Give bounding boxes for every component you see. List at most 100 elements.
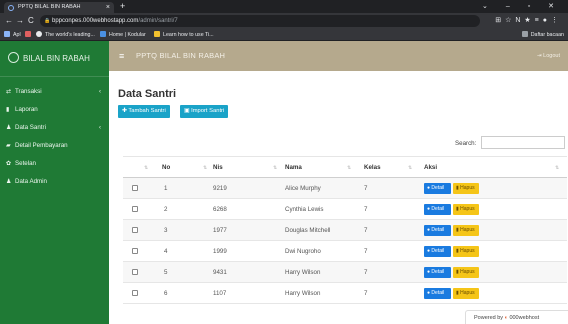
powered-by-badge[interactable]: Powered by ◐ 000webhost bbox=[465, 310, 568, 324]
cell-no: 3 bbox=[164, 227, 168, 234]
forward-arrow-icon[interactable]: → bbox=[16, 13, 24, 29]
money-icon: ▰ bbox=[6, 143, 11, 149]
hamburger-menu-icon[interactable]: ≡ bbox=[119, 41, 124, 71]
import-santri-button[interactable]: ▣ Import Santri bbox=[180, 105, 229, 118]
window-controls[interactable]: ⌄ – ▫ ✕ bbox=[482, 0, 562, 13]
address-bar[interactable]: 🔒 bppconpes.000webhostapp.com/admin/sant… bbox=[40, 15, 480, 27]
detail-button[interactable]: ● Detail bbox=[424, 204, 451, 215]
extension-icons[interactable]: ⊞☆N★≡●⋮ bbox=[495, 13, 562, 29]
bookmark-apps[interactable]: Apl bbox=[4, 29, 21, 41]
bookmark-mail[interactable] bbox=[25, 29, 34, 41]
cell-kelas: 7 bbox=[364, 185, 368, 192]
reading-list-button[interactable]: Daftar bacaan bbox=[521, 29, 564, 41]
hapus-button[interactable]: ▮ Hapus bbox=[453, 246, 479, 257]
reload-icon[interactable]: C bbox=[28, 13, 34, 29]
bookmark-learn[interactable]: Learn how to use Ti... bbox=[154, 29, 214, 41]
hapus-button[interactable]: ▮ Hapus bbox=[453, 204, 479, 215]
table-row: 4 1999 Dwi Nugroho 7 ● Detail ▮ Hapus bbox=[123, 241, 567, 262]
cell-nis: 1999 bbox=[213, 248, 227, 255]
detail-button[interactable]: ● Detail bbox=[424, 183, 451, 194]
cell-nama: Harry Wilson bbox=[285, 269, 321, 276]
bookmarks-bar: Apl The world's leading... Home | Kodula… bbox=[0, 29, 568, 41]
reading-list-icon bbox=[521, 31, 528, 37]
cell-kelas: 7 bbox=[364, 248, 368, 255]
page-title: Data Santri bbox=[118, 88, 177, 100]
column-header-nis[interactable]: Nis bbox=[213, 157, 223, 179]
column-header-kelas[interactable]: Kelas bbox=[364, 157, 381, 179]
site-favicon-icon bbox=[8, 5, 14, 11]
hapus-button[interactable]: ▮ Hapus bbox=[453, 267, 479, 278]
sort-icon[interactable]: ⇅ bbox=[144, 157, 148, 179]
cell-kelas: 7 bbox=[364, 290, 368, 297]
sort-icon[interactable]: ⇅ bbox=[408, 157, 412, 179]
cell-nis: 9431 bbox=[213, 269, 227, 276]
logout-link[interactable]: ⇥ Logout bbox=[537, 41, 560, 71]
lock-icon: 🔒 bbox=[44, 18, 51, 24]
sidebar-item-setelan[interactable]: ✿ Setelan bbox=[0, 155, 109, 173]
column-header-no[interactable]: No bbox=[162, 157, 170, 179]
transfer-icon: ⇄ bbox=[6, 89, 12, 95]
table-row: 2 6268 Cynthia Lewis 7 ● Detail ▮ Hapus bbox=[123, 199, 567, 220]
chevron-left-icon: ‹ bbox=[99, 89, 101, 95]
cell-nis: 9219 bbox=[213, 185, 227, 192]
cell-nis: 1107 bbox=[213, 290, 227, 297]
sidebar-item-data-santri[interactable]: ♟ Data Santri ‹ bbox=[0, 119, 109, 137]
back-arrow-icon[interactable]: ← bbox=[5, 13, 13, 29]
user-group-icon: ♟ bbox=[6, 179, 12, 185]
browser-tab[interactable]: PPTQ BILAL BIN RABAH × bbox=[4, 2, 114, 13]
detail-button[interactable]: ● Detail bbox=[424, 267, 451, 278]
hapus-button[interactable]: ▮ Hapus bbox=[453, 183, 479, 194]
sort-icon[interactable]: ⇅ bbox=[347, 157, 351, 179]
cell-kelas: 7 bbox=[364, 206, 368, 213]
sort-icon[interactable]: ⇅ bbox=[273, 157, 277, 179]
browser-tab-title: PPTQ BILAL BIN RABAH bbox=[18, 4, 81, 10]
row-checkbox[interactable] bbox=[132, 227, 138, 233]
cell-nama: Douglas Mitchell bbox=[285, 227, 331, 234]
bookmark-github[interactable]: The world's leading... bbox=[36, 29, 95, 41]
new-tab-button[interactable]: + bbox=[120, 0, 125, 13]
sort-icon[interactable]: ⇅ bbox=[203, 157, 207, 179]
row-checkbox[interactable] bbox=[132, 290, 138, 296]
sort-icon[interactable]: ⇅ bbox=[555, 157, 559, 179]
browser-toolbar: ← → C 🔒 bppconpes.000webhostapp.com/admi… bbox=[0, 13, 568, 29]
row-checkbox[interactable] bbox=[132, 248, 138, 254]
hapus-button[interactable]: ▮ Hapus bbox=[453, 225, 479, 236]
table-row: 3 1977 Douglas Mitchell 7 ● Detail ▮ Hap… bbox=[123, 220, 567, 241]
column-header-aksi[interactable]: Aksi bbox=[424, 157, 437, 179]
cell-no: 2 bbox=[164, 206, 168, 213]
brand-logo-icon bbox=[8, 52, 19, 63]
detail-button[interactable]: ● Detail bbox=[424, 225, 451, 236]
detail-button[interactable]: ● Detail bbox=[424, 288, 451, 299]
sidebar-item-laporan[interactable]: ▮ Laporan bbox=[0, 101, 109, 119]
mail-icon bbox=[25, 31, 31, 37]
cell-no: 4 bbox=[164, 248, 168, 255]
cell-nama: Alice Murphy bbox=[285, 185, 321, 192]
cell-nis: 1977 bbox=[213, 227, 227, 234]
kodular-icon bbox=[100, 31, 106, 37]
sidebar-item-data-admin[interactable]: ♟ Data Admin bbox=[0, 173, 109, 191]
main-content: Data Santri ✚ Tambah Santri ▣ Import San… bbox=[109, 71, 568, 324]
cell-nama: Dwi Nugroho bbox=[285, 248, 321, 255]
add-santri-button[interactable]: ✚ Tambah Santri bbox=[118, 105, 170, 118]
bookmark-kodular[interactable]: Home | Kodular bbox=[100, 29, 146, 41]
table-row: 6 1107 Harry Wilson 7 ● Detail ▮ Hapus bbox=[123, 283, 567, 304]
row-checkbox[interactable] bbox=[132, 269, 138, 275]
sidebar-item-detail-pembayaran[interactable]: ▰ Detail Pembayaran bbox=[0, 137, 109, 155]
file-icon: ▮ bbox=[6, 107, 10, 113]
row-checkbox[interactable] bbox=[132, 185, 138, 191]
search-input[interactable] bbox=[481, 136, 565, 149]
cell-nis: 6268 bbox=[213, 206, 227, 213]
cell-no: 6 bbox=[164, 290, 168, 297]
table-row: 5 9431 Harry Wilson 7 ● Detail ▮ Hapus bbox=[123, 262, 567, 283]
row-checkbox[interactable] bbox=[132, 206, 138, 212]
hapus-button[interactable]: ▮ Hapus bbox=[453, 288, 479, 299]
column-header-nama[interactable]: Nama bbox=[285, 157, 302, 179]
santri-table: ⇅ No ⇅ Nis ⇅ Nama ⇅ Kelas ⇅ Aksi ⇅ 1 921… bbox=[123, 156, 567, 304]
close-tab-icon[interactable]: × bbox=[106, 2, 110, 13]
url-path: /admin/santri/7 bbox=[138, 18, 178, 24]
detail-button[interactable]: ● Detail bbox=[424, 246, 451, 257]
sidebar-brand[interactable]: BILAL BIN RABAH bbox=[0, 41, 109, 77]
browser-tab-bar: PPTQ BILAL BIN RABAH × + ⌄ – ▫ ✕ bbox=[0, 0, 568, 13]
cell-nama: Harry Wilson bbox=[285, 290, 321, 297]
sidebar-item-transaksi[interactable]: ⇄ Transaksi ‹ bbox=[0, 83, 109, 101]
